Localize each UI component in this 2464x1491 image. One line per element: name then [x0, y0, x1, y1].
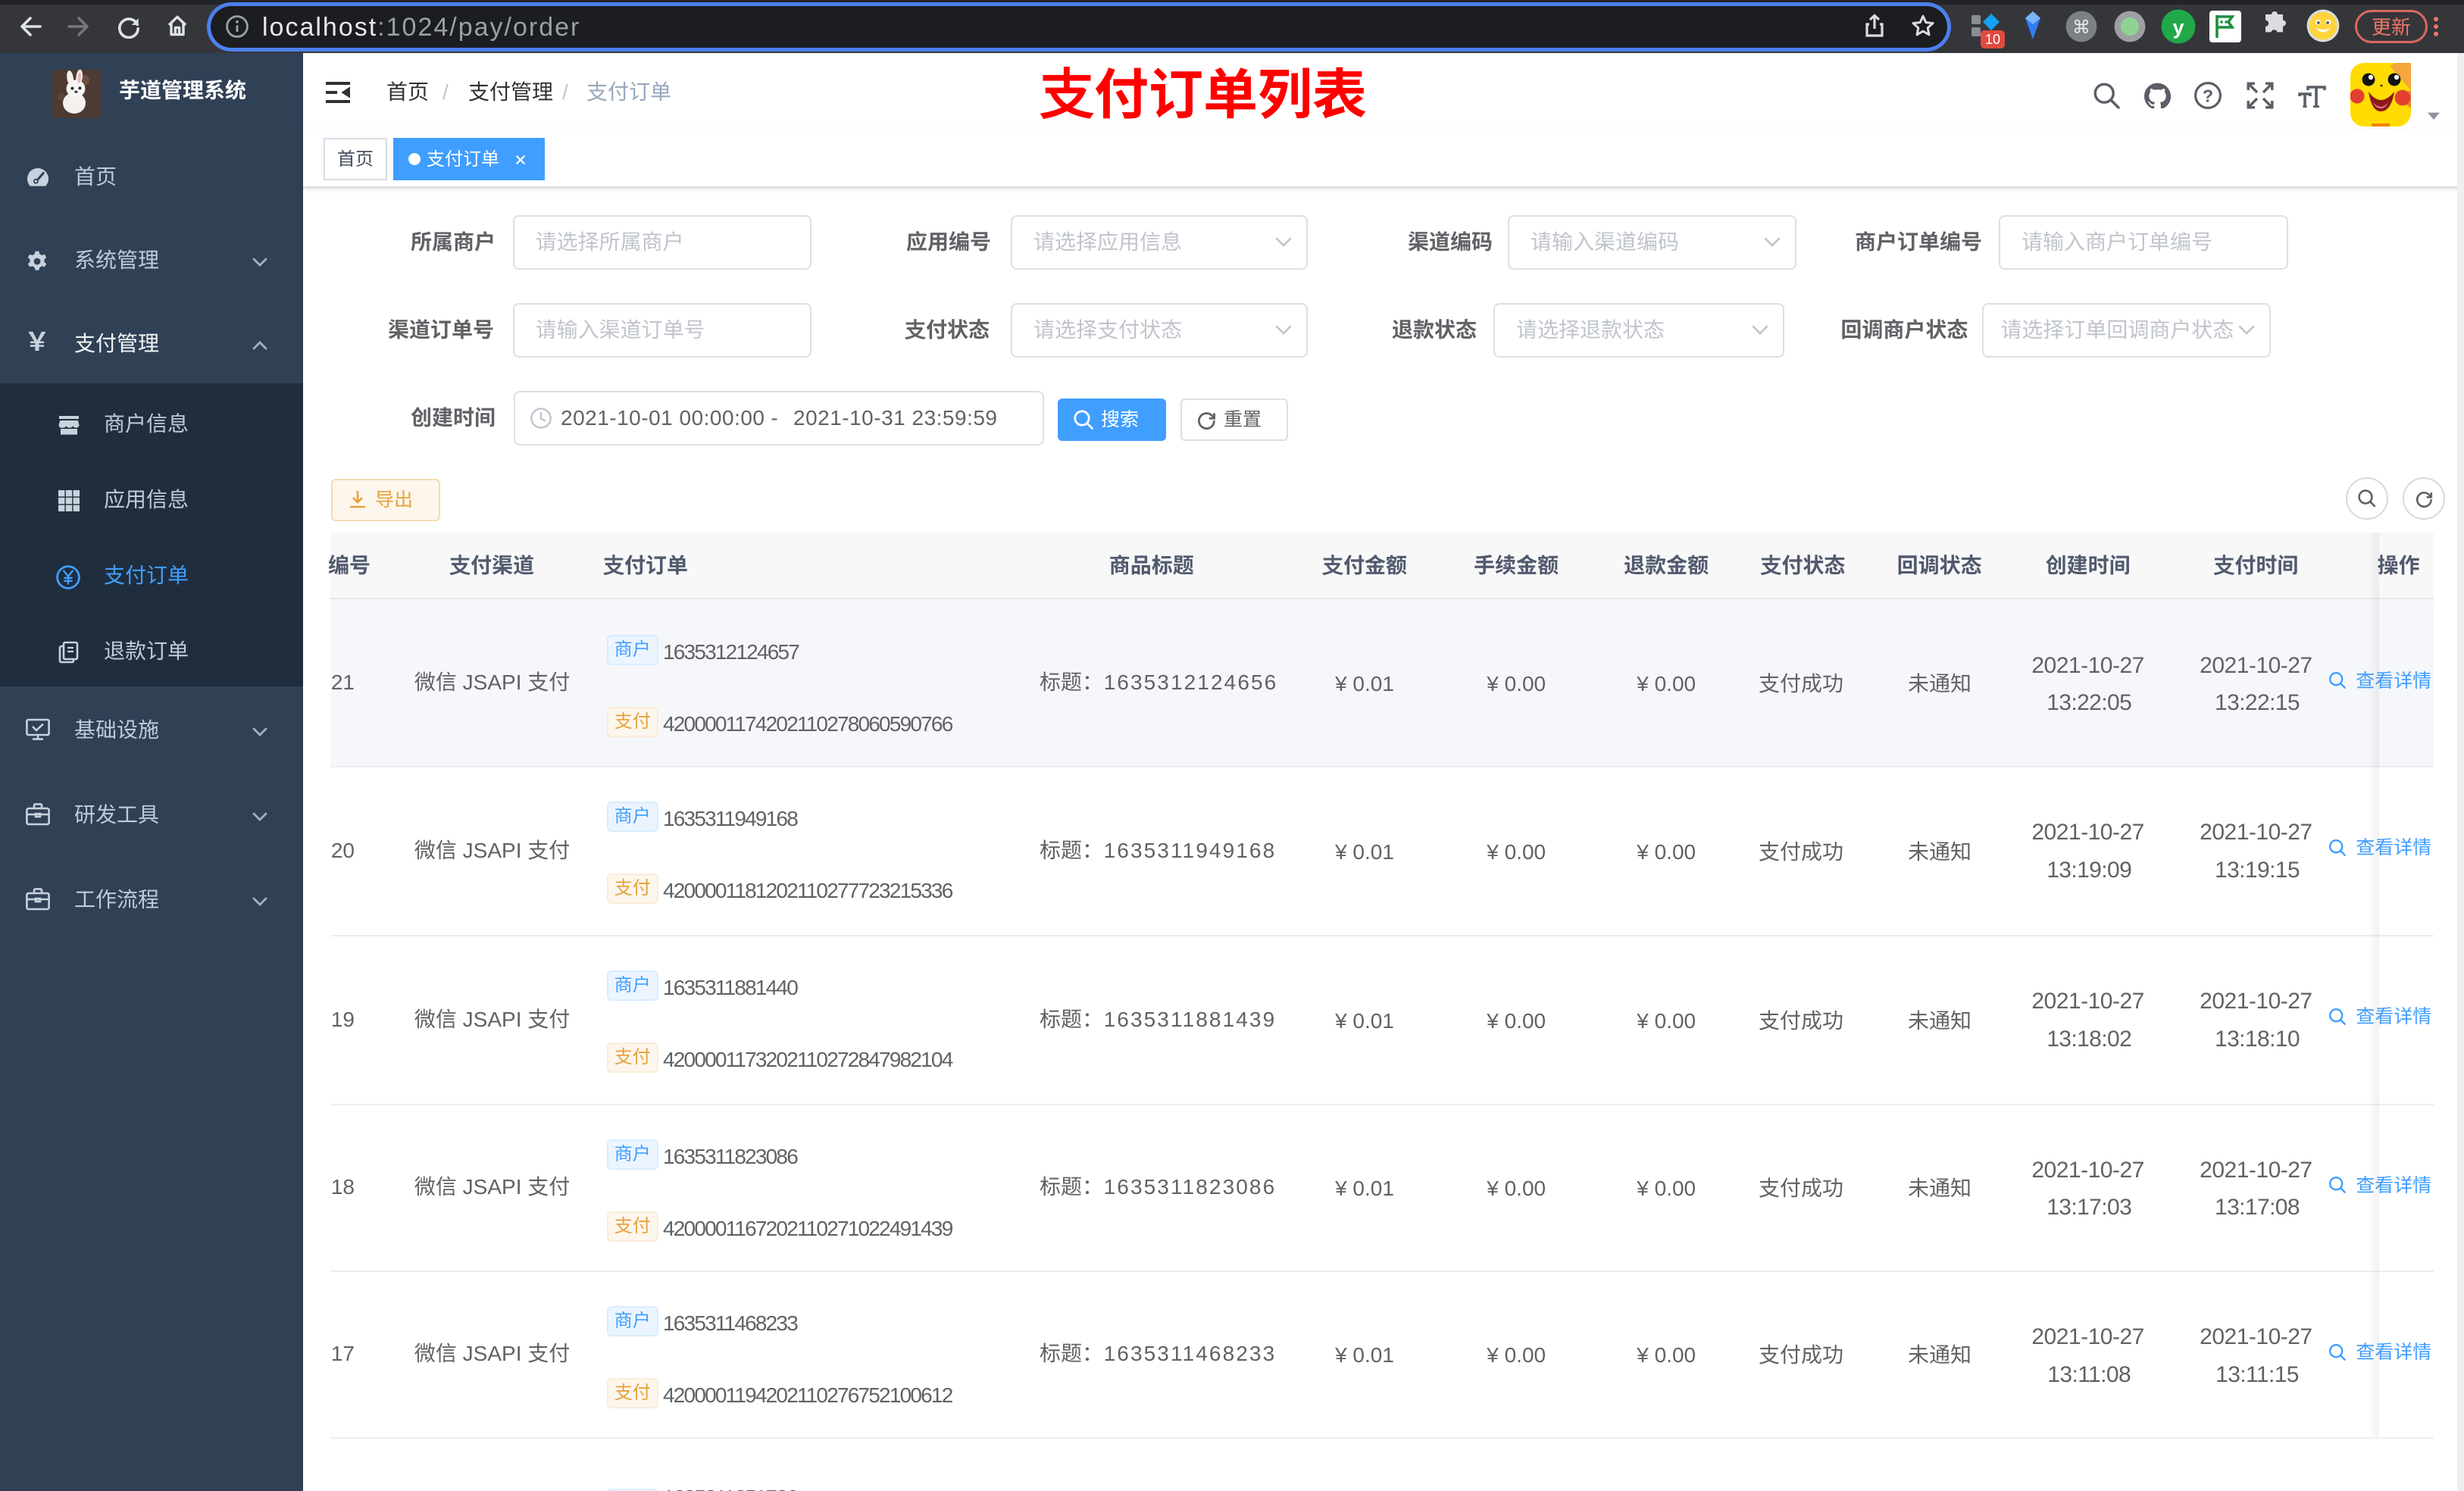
svg-text:?: ? — [2203, 86, 2213, 105]
svg-text:y: y — [2172, 16, 2184, 39]
svg-text:⌘: ⌘ — [2072, 17, 2090, 38]
